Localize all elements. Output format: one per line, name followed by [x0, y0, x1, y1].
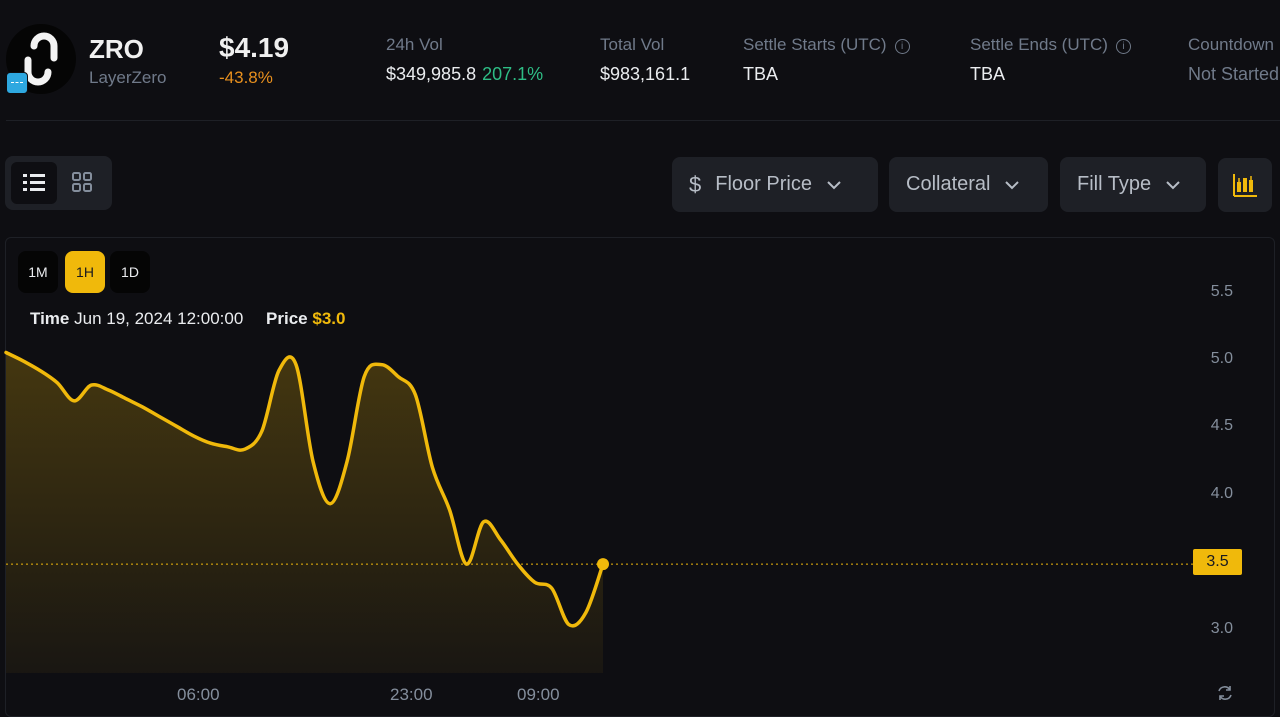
interval-1h[interactable]: 1H — [65, 251, 105, 293]
settle-end-label: Settle Ends (UTC) i — [970, 35, 1131, 55]
chain-badge-icon — [6, 72, 28, 94]
settle-start-label: Settle Starts (UTC) i — [743, 35, 910, 55]
last-price-tag: 3.5 — [1193, 549, 1242, 575]
refresh-icon[interactable] — [1215, 683, 1235, 703]
chevron-down-icon — [827, 180, 841, 189]
market-header: ZRO LayerZero $4.19 -43.8% 24h Vol $349,… — [0, 0, 1280, 120]
token-price: $4.19 — [219, 32, 290, 63]
settle-end-label-text: Settle Ends (UTC) — [970, 35, 1108, 54]
settle-start-label-text: Settle Starts (UTC) — [743, 35, 887, 54]
total-vol-label: Total Vol — [600, 35, 665, 54]
y-tick-label: 3.0 — [1210, 620, 1233, 637]
interval-1m[interactable]: 1M — [18, 251, 58, 293]
chevron-down-icon — [1005, 180, 1020, 189]
y-tick-label: 5.5 — [1210, 283, 1233, 300]
vol24h-label: 24h Vol — [386, 35, 443, 54]
dollar-icon: $ — [689, 171, 702, 197]
chart-tooltip: Time Jun 19, 2024 12:00:00 Price $3.0 — [30, 309, 345, 329]
x-tick-label: 23:00 — [390, 685, 433, 704]
chart-toggle-button[interactable] — [1218, 158, 1272, 212]
grid-icon — [72, 172, 92, 192]
countdown-value: Not Started — [1188, 64, 1280, 84]
countdown-label: Countdown — [1188, 35, 1275, 54]
chevron-down-icon — [1166, 180, 1180, 189]
x-tick-label: 06:00 — [177, 685, 220, 704]
layerzero-logo-icon — [6, 24, 76, 94]
fill-type-label: Fill Type — [1077, 173, 1152, 195]
y-tick-label: 4.0 — [1210, 485, 1233, 502]
floor-price-dropdown[interactable]: $ Floor Price — [672, 157, 878, 212]
header-divider — [6, 120, 1280, 121]
collateral-label: Collateral — [906, 173, 991, 195]
collateral-dropdown[interactable]: Collateral — [889, 157, 1048, 212]
token-name: LayerZero — [89, 68, 167, 87]
token-price-change: -43.8% — [219, 68, 273, 87]
settle-start-value: TBA — [743, 64, 779, 84]
floor-price-label: Floor Price — [715, 173, 812, 195]
grid-view-button[interactable] — [60, 162, 106, 204]
settle-end-value: TBA — [970, 64, 1006, 84]
interval-1d[interactable]: 1D — [110, 251, 150, 293]
x-tick-label: 09:00 — [517, 685, 560, 704]
info-icon[interactable]: i — [1115, 39, 1131, 54]
list-icon — [23, 174, 45, 191]
vol24h-amount: $349,985.8 — [386, 64, 477, 84]
info-icon[interactable]: i — [894, 39, 910, 54]
tooltip-price-label: Price — [266, 309, 308, 328]
vol24h-change: 207.1% — [482, 64, 544, 84]
vol24h-value: $349,985.8 207.1% — [386, 64, 543, 85]
tooltip-time-label: Time — [30, 309, 70, 328]
token-symbol: ZRO — [89, 34, 144, 64]
candlestick-chart-icon — [1233, 174, 1257, 197]
y-tick-label: 4.5 — [1210, 417, 1233, 434]
total-vol-value: $983,161.1 — [600, 64, 691, 84]
y-tick-label: 5.0 — [1210, 350, 1233, 367]
list-view-button[interactable] — [11, 162, 57, 204]
view-toggle — [5, 156, 112, 210]
tooltip-price-value: $3.0 — [312, 309, 346, 328]
fill-type-dropdown[interactable]: Fill Type — [1060, 157, 1206, 212]
tooltip-time-value: Jun 19, 2024 12:00:00 — [74, 309, 244, 328]
